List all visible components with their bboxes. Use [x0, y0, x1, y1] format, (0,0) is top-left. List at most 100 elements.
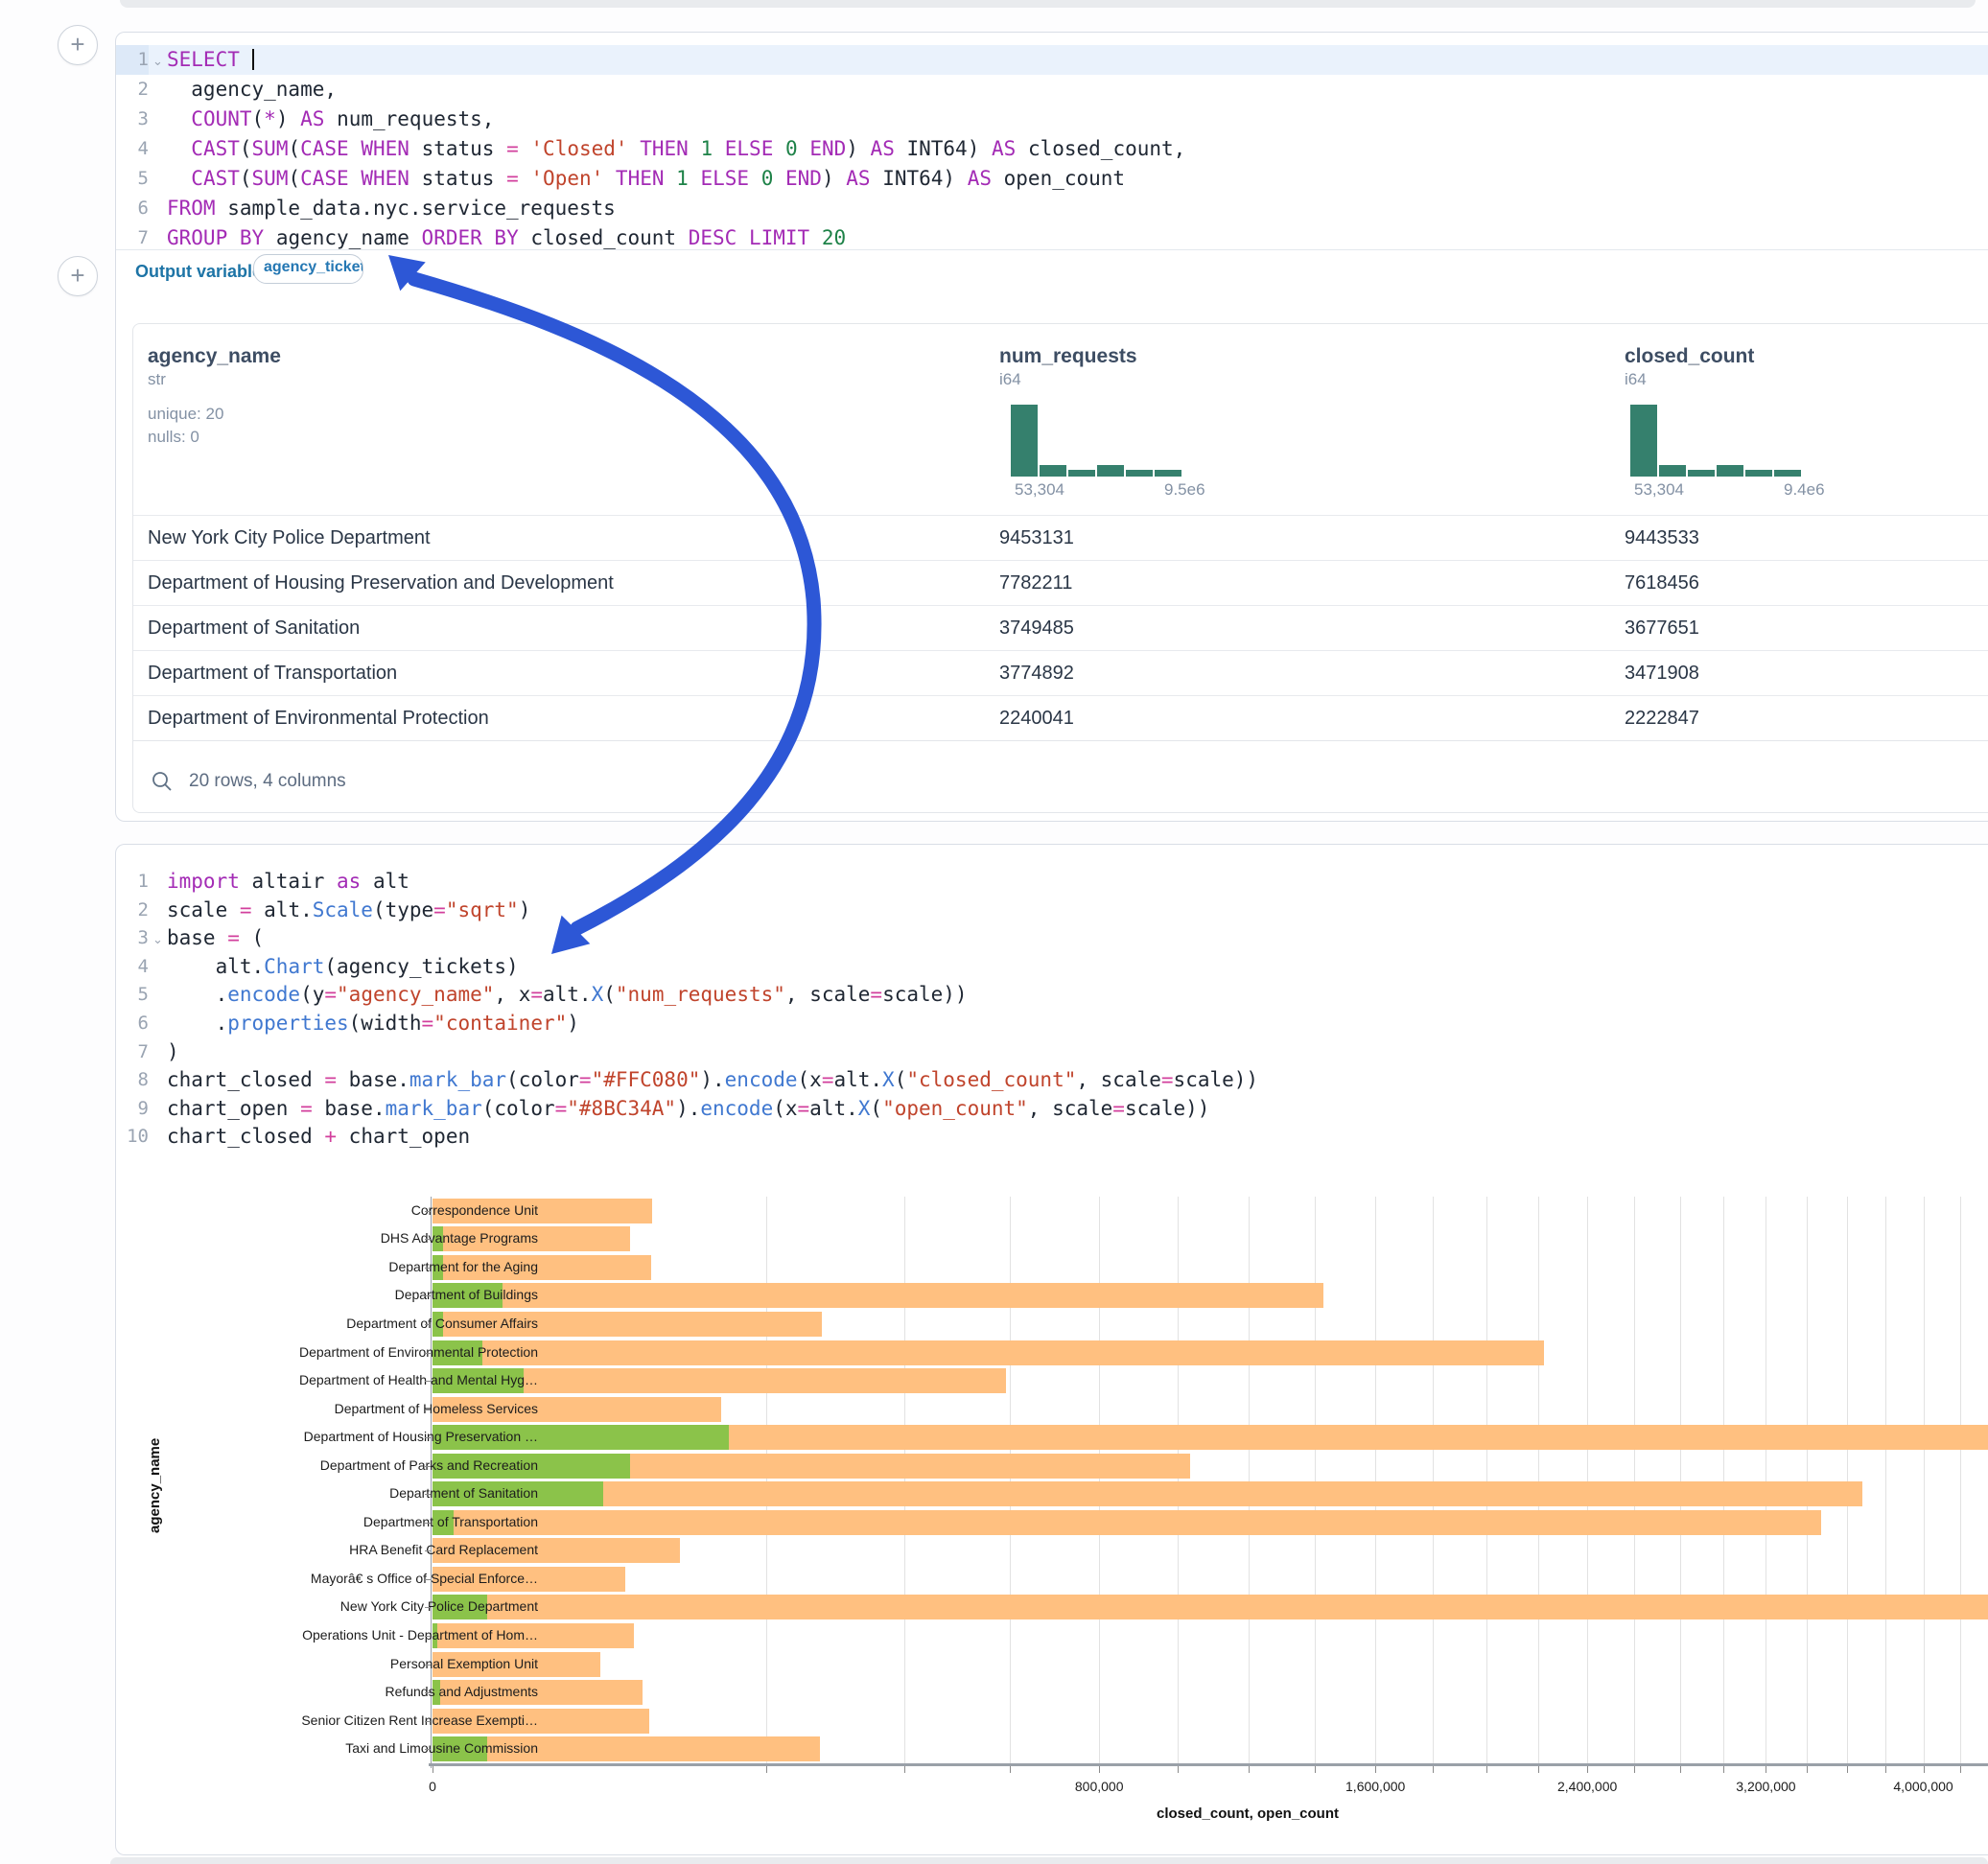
gridline: [1315, 1197, 1316, 1763]
y-category-label: Department of Consumer Affairs: [116, 1316, 538, 1331]
output-variable-row: Output variable: agency_tickets: [116, 249, 1988, 298]
x-tick-label: 1,600,000: [1345, 1779, 1405, 1794]
line-number: 3: [116, 105, 149, 134]
code-line[interactable]: 4 CAST(SUM(CASE WHEN status = 'Closed' T…: [116, 134, 1988, 164]
line-number: 4: [116, 134, 149, 164]
x-tick: [1885, 1766, 1886, 1773]
histogram-min-label: 53,304: [1015, 480, 1064, 500]
gridline: [1885, 1197, 1886, 1763]
y-tick: [425, 1579, 431, 1580]
histogram-max-label: 9.5e6: [1164, 480, 1205, 500]
sql-editor[interactable]: 1⌄SELECT 2 agency_name,3 COUNT(*) AS num…: [116, 45, 1988, 253]
y-category-label: Personal Exemption Unit: [116, 1656, 538, 1671]
code-text: import altair as alt: [167, 868, 409, 897]
bar-closed: [433, 1510, 1821, 1535]
y-tick: [425, 1523, 431, 1524]
x-tick-label: 2,400,000: [1557, 1779, 1617, 1794]
column-type: str: [148, 370, 166, 389]
search-icon[interactable]: [151, 770, 174, 793]
add-cell-button-top[interactable]: +: [58, 25, 98, 65]
y-tick: [425, 1665, 431, 1666]
y-tick: [425, 1466, 431, 1467]
x-tick: [1433, 1766, 1434, 1773]
code-line[interactable]: 6 .properties(width="container"): [116, 1010, 1988, 1038]
output-variable-name: agency_tickets: [254, 255, 363, 276]
code-line[interactable]: 9chart_open = base.mark_bar(color="#8BC3…: [116, 1095, 1988, 1124]
code-line[interactable]: 3⌄base = (: [116, 924, 1988, 953]
table-cell: New York City Police Department: [148, 516, 431, 561]
column-histogram: [1630, 405, 1801, 477]
dataframe-header: agency_namestrunique: 20nulls: 0num_requ…: [133, 324, 1988, 515]
x-axis-title: closed_count, open_count: [1157, 1806, 1339, 1822]
y-tick: [425, 1211, 431, 1212]
code-line[interactable]: 1⌄SELECT: [116, 45, 1988, 75]
column-header[interactable]: closed_count: [1625, 345, 1754, 368]
y-category-label: Department of Health and Mental Hyg…: [116, 1372, 538, 1387]
gridline: [904, 1197, 905, 1763]
x-tick: [1178, 1766, 1179, 1773]
y-category-label: Operations Unit - Department of Hom…: [116, 1627, 538, 1643]
y-category-label: Senior Citizen Rent Increase Exempti…: [116, 1713, 538, 1728]
code-line[interactable]: 5 CAST(SUM(CASE WHEN status = 'Open' THE…: [116, 164, 1988, 194]
chevron-down-icon[interactable]: ⌄: [152, 925, 163, 954]
line-number: 9: [116, 1095, 149, 1124]
line-number: 7: [116, 1038, 149, 1067]
column-header[interactable]: num_requests: [999, 345, 1137, 368]
gridline: [1807, 1197, 1808, 1763]
y-tick: [425, 1239, 431, 1240]
output-variable-chip[interactable]: agency_tickets: [253, 254, 363, 284]
code-line[interactable]: 1import altair as alt: [116, 868, 1988, 897]
x-tick-label: 0: [429, 1779, 436, 1794]
table-row: Department of Housing Preservation and D…: [133, 560, 1988, 606]
y-category-label: New York City Police Department: [116, 1598, 538, 1614]
previous-cell-edge: [120, 0, 1976, 8]
x-tick: [1847, 1766, 1848, 1773]
y-category-label: Correspondence Unit: [116, 1202, 538, 1218]
y-category-label: Department of Homeless Services: [116, 1401, 538, 1416]
y-category-label: Department of Housing Preservation …: [116, 1429, 538, 1444]
table-cell: 9453131: [999, 516, 1074, 561]
gridline: [1375, 1197, 1376, 1763]
code-text: .properties(width="container"): [167, 1010, 579, 1038]
chevron-down-icon[interactable]: ⌄: [152, 46, 163, 76]
text-cursor: [252, 49, 254, 70]
altair-chart: Correspondence UnitDHS Advantage Program…: [116, 1171, 1988, 1842]
bar-closed: [433, 1481, 1862, 1506]
y-tick: [425, 1353, 431, 1354]
x-tick-label: 800,000: [1075, 1779, 1124, 1794]
x-tick-label: 4,000,000: [1893, 1779, 1953, 1794]
code-line[interactable]: 8chart_closed = base.mark_bar(color="#FF…: [116, 1066, 1988, 1095]
code-line[interactable]: 6FROM sample_data.nyc.service_requests: [116, 194, 1988, 223]
code-line[interactable]: 4 alt.Chart(agency_tickets): [116, 953, 1988, 982]
y-axis-title: agency_name: [147, 1437, 163, 1532]
x-tick: [1587, 1766, 1588, 1773]
y-tick: [425, 1550, 431, 1551]
y-category-label: Department of Sanitation: [116, 1485, 538, 1501]
code-line[interactable]: 7): [116, 1038, 1988, 1067]
code-line[interactable]: 2 agency_name,: [116, 75, 1988, 105]
add-cell-button-middle[interactable]: +: [58, 256, 98, 296]
code-text: ): [167, 1038, 179, 1067]
table-row: Department of Transportation377489234719…: [133, 650, 1988, 696]
code-text: alt.Chart(agency_tickets): [167, 953, 519, 982]
code-line[interactable]: 3 COUNT(*) AS num_requests,: [116, 105, 1988, 134]
table-cell: 3677651: [1625, 606, 1699, 651]
y-tick: [425, 1636, 431, 1637]
gridline: [1538, 1197, 1539, 1763]
code-line[interactable]: 2scale = alt.Scale(type="sqrt"): [116, 897, 1988, 925]
y-category-label: Department of Transportation: [116, 1514, 538, 1529]
code-line[interactable]: 5 .encode(y="agency_name", x=alt.X("num_…: [116, 981, 1988, 1010]
x-tick: [1960, 1766, 1961, 1773]
column-header[interactable]: agency_name: [148, 345, 281, 368]
code-line[interactable]: 10chart_closed + chart_open: [116, 1123, 1988, 1152]
code-text: COUNT(*) AS num_requests,: [167, 105, 494, 134]
dataframe-preview[interactable]: agency_namestrunique: 20nulls: 0num_requ…: [132, 323, 1988, 813]
line-number: 6: [116, 194, 149, 223]
x-tick: [1680, 1766, 1681, 1773]
code-text: CAST(SUM(CASE WHEN status = 'Open' THEN …: [167, 164, 1125, 194]
python-editor[interactable]: 1import altair as alt2scale = alt.Scale(…: [116, 868, 1988, 1152]
column-histogram: [1011, 405, 1181, 477]
line-number: 2: [116, 897, 149, 925]
table-cell: 9443533: [1625, 516, 1699, 561]
output-variable-label: Output variable:: [135, 262, 268, 282]
